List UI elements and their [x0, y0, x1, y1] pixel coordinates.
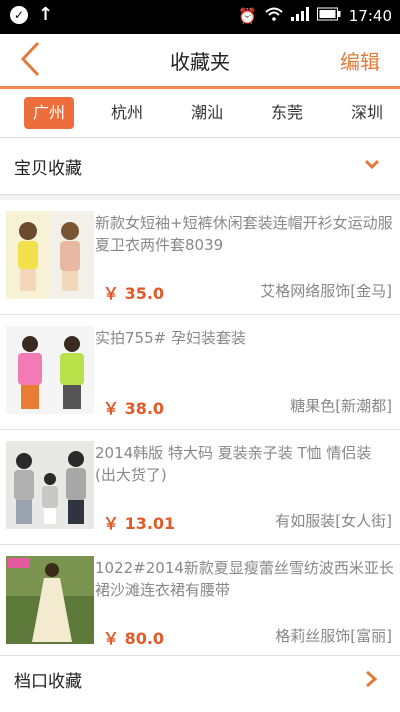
- product-image: [6, 556, 94, 644]
- status-bar: ✓ ↑ ⏰ 17:40: [0, 0, 400, 34]
- chevron-down-icon: [364, 159, 380, 170]
- chevron-right-icon: [366, 670, 378, 688]
- shop-name: 糖果色[新潮都]: [290, 397, 392, 415]
- signal-icon: [290, 7, 309, 25]
- tab-guangzhou[interactable]: 广州: [24, 97, 74, 129]
- shop-name: 有如服装[女人街]: [275, 512, 392, 530]
- item-price: ￥ 35.0: [103, 284, 165, 303]
- section-title: 档口收藏: [14, 672, 82, 692]
- shop-name: 艾格网络服饰[金马]: [260, 282, 392, 300]
- upload-arrow-icon: ↑: [38, 4, 54, 25]
- app-header: 收藏夹 编辑: [0, 34, 400, 89]
- clock: 17:40: [348, 7, 392, 25]
- product-image: [6, 326, 94, 414]
- item-price: ￥ 13.01: [103, 514, 176, 533]
- item-title: 2014韩版 特大码 夏装亲子装 T恤 情侣装 (出大货了): [95, 444, 372, 484]
- stall-favorites-row[interactable]: 档口收藏: [0, 655, 400, 712]
- product-favorites-header[interactable]: 宝贝收藏: [0, 138, 400, 195]
- product-image: [6, 441, 94, 529]
- item-price: ￥ 80.0: [103, 629, 165, 648]
- list-item[interactable]: 2014韩版 特大码 夏装亲子装 T恤 情侣装 (出大货了) ￥ 13.01 有…: [0, 430, 400, 545]
- tab-shenzhen[interactable]: 深圳: [342, 97, 392, 129]
- list-item[interactable]: 实拍755# 孕妇装套装 ￥ 38.0 糖果色[新潮都]: [0, 315, 400, 430]
- item-title: 1022#2014新款夏显瘦蕾丝雪纺波西米亚长裙沙滩连衣裙有腰带: [95, 559, 394, 599]
- shop-name: 格莉丝服饰[富丽]: [275, 627, 392, 645]
- item-title: 实拍755# 孕妇装套装: [95, 329, 246, 347]
- list-item[interactable]: 新款女短袖+短裤休闲套装连帽开衫女运动服夏卫衣两件套8039 ￥ 35.0 艾格…: [0, 200, 400, 315]
- section-title: 宝贝收藏: [14, 159, 82, 179]
- city-tabs: 广州 杭州 潮汕 东莞 深圳: [0, 89, 400, 138]
- product-image: [6, 211, 94, 299]
- alarm-icon: ⏰: [238, 7, 257, 25]
- list-item[interactable]: 1022#2014新款夏显瘦蕾丝雪纺波西米亚长裙沙滩连衣裙有腰带 ￥ 80.0 …: [0, 545, 400, 660]
- battery-icon: [316, 7, 341, 25]
- item-title: 新款女短袖+短裤休闲套装连帽开衫女运动服夏卫衣两件套8039: [95, 214, 393, 254]
- item-price: ￥ 38.0: [103, 399, 165, 418]
- edit-button[interactable]: 编辑: [340, 46, 380, 75]
- tab-dongguan[interactable]: 东莞: [262, 97, 312, 129]
- tab-chaoshan[interactable]: 潮汕: [182, 97, 232, 129]
- wifi-icon: [265, 7, 283, 25]
- check-icon: ✓: [10, 6, 28, 24]
- tab-hangzhou[interactable]: 杭州: [102, 97, 152, 129]
